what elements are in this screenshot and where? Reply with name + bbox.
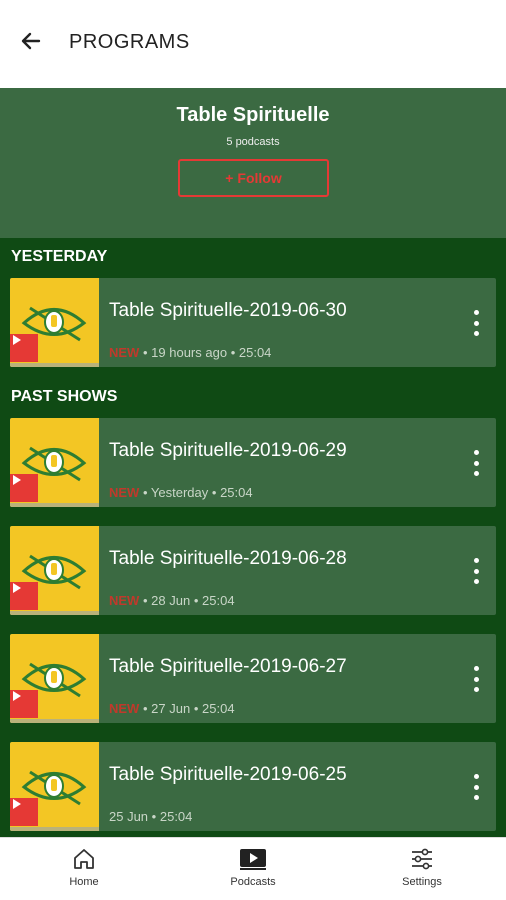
nav-settings[interactable]: Settings — [362, 846, 482, 888]
episode-age: 27 Jun — [151, 701, 191, 716]
episode-age: 28 Jun — [151, 593, 191, 608]
episode-thumbnail — [10, 742, 99, 831]
episode-thumbnail — [10, 278, 99, 367]
episode-card[interactable]: Table Spirituelle-2019-06-27 NEW • 27 Ju… — [10, 634, 496, 723]
new-badge: NEW — [109, 485, 140, 500]
podcasts-icon — [240, 849, 266, 870]
meta-separator: • — [142, 593, 148, 608]
progress-bar — [10, 503, 99, 507]
more-vert-icon — [473, 666, 479, 671]
play-icon — [13, 799, 21, 809]
episode-meta: NEW • 27 Jun • 25:04 — [109, 701, 235, 716]
home-icon — [74, 849, 94, 869]
back-button[interactable] — [18, 28, 44, 54]
episode-meta: 25 Jun • 25:04 — [109, 809, 192, 824]
more-vert-icon — [473, 774, 479, 779]
episode-duration: 25:04 — [202, 593, 235, 608]
episode-card[interactable]: Table Spirituelle-2019-06-28 NEW • 28 Ju… — [10, 526, 496, 615]
page-title: PROGRAMS — [69, 31, 190, 53]
more-options-button[interactable] — [470, 774, 482, 800]
more-options-button[interactable] — [470, 450, 482, 476]
play-icon — [13, 475, 21, 485]
meta-separator: • — [142, 345, 148, 360]
play-button[interactable] — [10, 798, 38, 826]
episode-age: 19 hours ago — [151, 345, 228, 360]
meta-separator: • — [142, 701, 148, 716]
episode-thumbnail — [10, 526, 99, 615]
episode-meta: NEW • Yesterday • 25:04 — [109, 485, 253, 500]
new-badge: NEW — [109, 593, 140, 608]
new-badge: NEW — [109, 701, 140, 716]
plus-icon: + — [225, 170, 234, 186]
episode-card[interactable]: Table Spirituelle-2019-06-30 NEW • 19 ho… — [10, 278, 496, 367]
episode-thumbnail — [10, 418, 99, 507]
new-badge: NEW — [109, 345, 140, 360]
play-icon — [13, 335, 21, 345]
progress-bar — [10, 827, 99, 831]
episode-duration: 25:04 — [202, 701, 235, 716]
progress-bar — [10, 719, 99, 723]
episode-meta: NEW • 28 Jun • 25:04 — [109, 593, 235, 608]
meta-separator: • — [211, 485, 217, 500]
progress-bar — [10, 363, 99, 367]
bottom-navigation: Home Podcasts Settings — [0, 837, 506, 900]
nav-home-label: Home — [69, 876, 99, 888]
play-button[interactable] — [10, 690, 38, 718]
nav-podcasts[interactable]: Podcasts — [193, 846, 313, 888]
meta-separator: • — [193, 701, 199, 716]
app-bar: PROGRAMS — [0, 0, 506, 88]
meta-separator: • — [230, 345, 236, 360]
episode-title: Table Spirituelle-2019-06-27 — [109, 656, 347, 677]
episode-card[interactable]: Table Spirituelle-2019-06-25 25 Jun • 25… — [10, 742, 496, 831]
program-header: Table Spirituelle 5 podcasts + Follow — [0, 88, 506, 238]
arrow-left-icon — [21, 32, 41, 50]
episode-duration: 25:04 — [159, 809, 193, 824]
more-options-button[interactable] — [470, 310, 482, 336]
episode-meta: NEW • 19 hours ago • 25:04 — [109, 345, 271, 360]
follow-label: Follow — [237, 170, 282, 186]
program-title: Table Spirituelle — [176, 104, 330, 126]
settings-sliders-icon — [412, 848, 432, 870]
section-past-shows: PAST SHOWS — [11, 388, 118, 405]
more-vert-icon — [473, 310, 479, 315]
episode-title: Table Spirituelle-2019-06-29 — [109, 440, 347, 461]
more-vert-icon — [473, 450, 479, 455]
meta-separator: • — [142, 485, 148, 500]
episode-card[interactable]: Table Spirituelle-2019-06-29 NEW • Yeste… — [10, 418, 496, 507]
play-button[interactable] — [10, 474, 38, 502]
meta-separator: • — [193, 593, 199, 608]
episode-duration: 25:04 — [220, 485, 253, 500]
more-options-button[interactable] — [470, 558, 482, 584]
more-options-button[interactable] — [470, 666, 482, 692]
episode-age: 25 Jun — [109, 809, 149, 824]
play-icon — [13, 691, 21, 701]
follow-button[interactable]: + Follow — [178, 159, 329, 197]
episode-thumbnail — [10, 634, 99, 723]
play-icon — [13, 583, 21, 593]
nav-home[interactable]: Home — [24, 846, 144, 888]
episode-duration: 25:04 — [238, 345, 272, 360]
section-yesterday: YESTERDAY — [11, 248, 108, 265]
episode-age: Yesterday — [150, 485, 209, 500]
nav-podcasts-label: Podcasts — [230, 876, 276, 888]
more-vert-icon — [473, 558, 479, 563]
episode-title: Table Spirituelle-2019-06-28 — [109, 548, 347, 569]
episode-title: Table Spirituelle-2019-06-30 — [109, 300, 347, 321]
episode-title: Table Spirituelle-2019-06-25 — [109, 764, 347, 785]
meta-separator: • — [151, 809, 157, 824]
play-button[interactable] — [10, 582, 38, 610]
nav-settings-label: Settings — [402, 876, 442, 888]
play-button[interactable] — [10, 334, 38, 362]
progress-bar — [10, 611, 99, 615]
podcast-count: 5 podcasts — [226, 136, 280, 148]
